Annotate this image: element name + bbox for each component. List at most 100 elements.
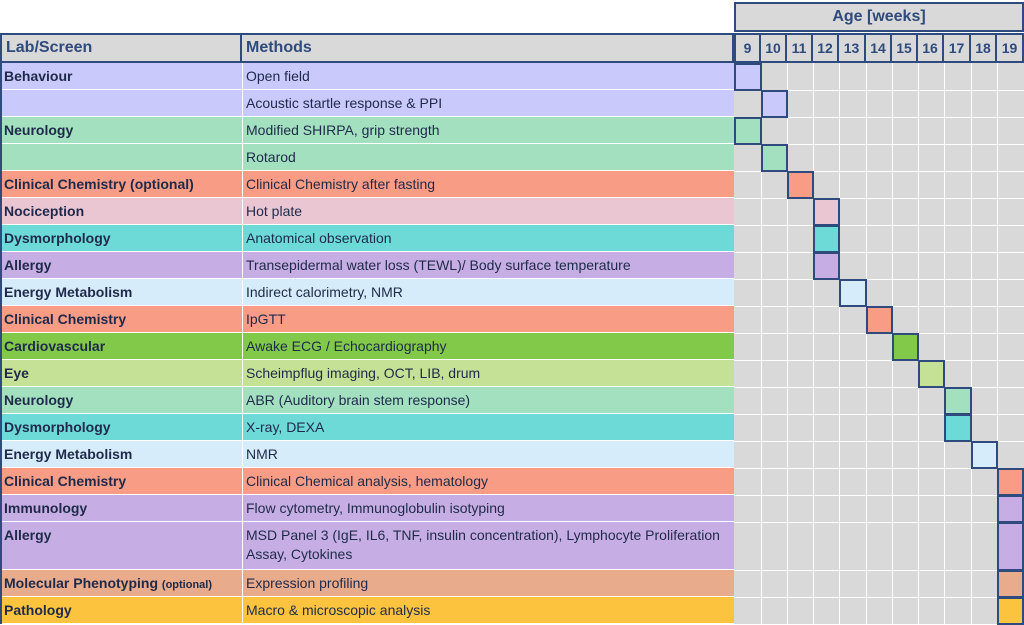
column-divider — [242, 279, 243, 306]
week-marker — [997, 597, 1024, 625]
lab-screen-cell: Dysmorphology — [4, 414, 240, 441]
method-cell: X-ray, DEXA — [246, 419, 325, 435]
lab-screen-cell: Pathology — [4, 597, 240, 624]
week-marker — [866, 306, 893, 334]
grid-row-line — [734, 597, 1024, 598]
method-cell: Hot plate — [246, 203, 303, 219]
lab-name: Pathology — [4, 602, 72, 618]
method-cell: NMR — [246, 446, 278, 462]
column-divider — [242, 171, 243, 198]
grid-row-line — [734, 570, 1024, 571]
table-left-border — [0, 33, 2, 624]
method-cell: Open field — [246, 68, 310, 84]
table-row: Rotarod — [0, 144, 734, 171]
column-divider — [242, 387, 243, 414]
column-divider — [242, 198, 243, 225]
grid-row-line — [734, 495, 1024, 496]
week-marker — [997, 495, 1024, 523]
grid-column-line — [944, 63, 945, 624]
week-marker — [813, 198, 840, 226]
grid-column-line — [866, 63, 867, 624]
lab-name: Clinical Chemistry — [4, 473, 127, 489]
column-divider — [242, 441, 243, 468]
week-marker — [734, 63, 762, 91]
column-divider — [242, 495, 243, 522]
table-row: Pathology Macro & microscopic analysis — [0, 597, 734, 624]
table-row: Nociception Hot plate — [0, 198, 734, 225]
week-marker — [761, 90, 788, 118]
method-cell: Indirect calorimetry, NMR — [246, 284, 403, 300]
week-header-11: 11 — [787, 33, 813, 63]
lab-screen-cell: Energy Metabolism — [4, 279, 240, 306]
lab-screen-cell: Clinical Chemistry — [4, 306, 240, 333]
table-row: Clinical Chemistry IpGTT — [0, 306, 734, 333]
lab-screen-cell: Neurology — [4, 117, 240, 144]
table-row: Allergy MSD Panel 3 (IgE, IL6, TNF, insul… — [0, 522, 734, 570]
table-row: Molecular Phenotyping (optional) Expressi… — [0, 570, 734, 597]
grid-row-line — [734, 198, 1024, 199]
table-row: Immunology Flow cytometry, Immunoglobulin… — [0, 495, 734, 522]
lab-name: Dysmorphology — [4, 419, 111, 435]
lab-screen-cell: Dysmorphology — [4, 225, 240, 252]
lab-name: Allergy — [4, 257, 52, 273]
week-header-10: 10 — [761, 33, 787, 63]
table-row: Clinical Chemistry (optional) Clinical Ch… — [0, 171, 734, 198]
column-divider — [242, 597, 243, 624]
week-marker — [944, 387, 972, 415]
lab-optional-note: (optional) — [161, 579, 213, 591]
lab-name: Neurology — [4, 122, 74, 138]
column-divider — [242, 522, 243, 570]
grid-row-line — [734, 279, 1024, 280]
method-cell: Expression profiling — [246, 575, 369, 591]
column-divider — [242, 225, 243, 252]
week-marker — [997, 468, 1024, 496]
column-divider — [242, 306, 243, 333]
week-marker — [997, 570, 1024, 598]
lab-name: Neurology — [4, 392, 74, 408]
lab-screen-cell: Molecular Phenotyping (optional) — [4, 570, 240, 599]
method-cell: Rotarod — [246, 149, 296, 165]
method-cell: IpGTT — [246, 311, 286, 327]
week-marker — [787, 171, 814, 199]
week-marker — [813, 252, 840, 280]
grid-row-line — [734, 252, 1024, 253]
week-marker — [839, 279, 867, 307]
column-divider — [242, 360, 243, 387]
method-cell: Anatomical observation — [246, 230, 392, 246]
week-header-13: 13 — [839, 33, 866, 63]
column-divider — [242, 414, 243, 441]
week-marker — [813, 225, 840, 253]
lab-name: Molecular Phenotyping — [4, 575, 159, 591]
schedule-table: Age [weeks] Lab/Screen Methods 9 10 11 12 13… — [0, 0, 1024, 625]
column-divider — [242, 468, 243, 495]
lab-screen-cell: Clinical Chemistry — [4, 468, 240, 495]
column-divider — [242, 90, 243, 117]
method-cell: Macro & microscopic analysis — [246, 602, 431, 618]
method-cell: Scheimpflug imaging, OCT, LIB, drum — [246, 365, 481, 381]
table-row: Energy Metabolism Indirect calorimetry, N… — [0, 279, 734, 306]
table-row: Behaviour Open field — [0, 63, 734, 90]
lab-screen-cell: Allergy — [4, 522, 240, 549]
method-cell: Awake ECG / Echocardiography — [246, 338, 447, 354]
methods-header: Methods — [242, 33, 734, 63]
lab-name: Nociception — [4, 203, 85, 219]
lab-name: Clinical Chemistry — [4, 311, 127, 327]
table-row: Clinical Chemistry Clinical Chemical anal… — [0, 468, 734, 495]
method-cell: Acoustic startle response & PPI — [246, 95, 443, 111]
table-row: Neurology ABR (Auditory brain stem respon… — [0, 387, 734, 414]
lab-screen-cell: Eye — [4, 360, 240, 387]
column-divider — [242, 144, 243, 171]
lab-name: Behaviour — [4, 68, 73, 84]
lab-name: Dysmorphology — [4, 230, 111, 246]
lab-screen-cell: Energy Metabolism — [4, 441, 240, 468]
lab-name: Allergy — [4, 527, 52, 543]
lab-screen-cell: Cardiovascular — [4, 333, 240, 360]
week-marker — [944, 414, 972, 442]
grid-row-line — [734, 387, 1024, 388]
lab-name: Clinical Chemistry (optional) — [4, 176, 194, 192]
column-divider — [242, 117, 243, 144]
method-cell: Transepidermal water loss (TEWL)/ Body s… — [246, 257, 631, 273]
lab-name: Cardiovascular — [4, 338, 106, 354]
lab-screen-cell: Allergy — [4, 252, 240, 279]
lab-name: Immunology — [4, 500, 88, 516]
